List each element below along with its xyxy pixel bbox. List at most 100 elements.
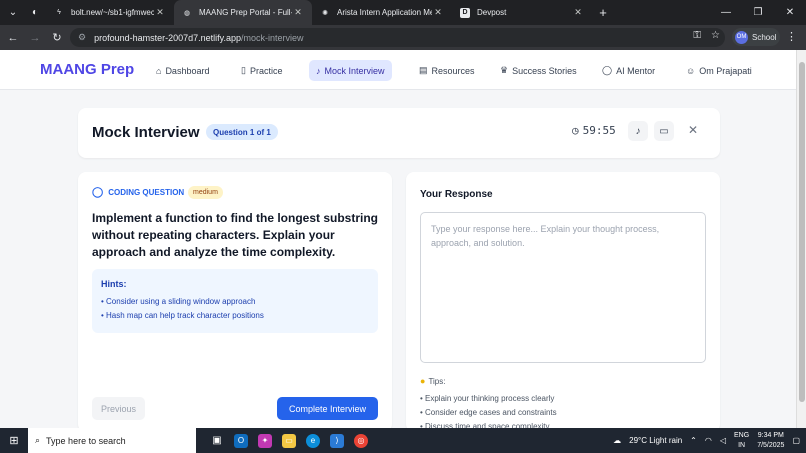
nav-label: Success Stories bbox=[512, 65, 577, 76]
app-navbar: MAANG Prep ⌂ Dashboard ▯ Practice ♪ Mock… bbox=[0, 50, 796, 90]
weather-icon[interactable]: ☁ bbox=[613, 436, 621, 445]
devpost-icon: D bbox=[460, 7, 470, 18]
lightbulb-icon: ● bbox=[420, 376, 426, 386]
taskbar-apps: ▣ O ✦ ▭ e ⟩ ◎ bbox=[210, 433, 368, 448]
close-window-icon[interactable]: ✕ bbox=[774, 0, 806, 25]
browser-tab[interactable]: D Devpost ✕ bbox=[452, 0, 592, 25]
close-icon[interactable]: ✕ bbox=[572, 7, 584, 18]
taskbar-search[interactable]: ⌕ Type here to search bbox=[28, 428, 196, 453]
complete-interview-button[interactable]: Complete Interview bbox=[277, 397, 378, 420]
back-button[interactable]: ← bbox=[2, 32, 24, 44]
url-host: profound-hamster-2007d7.netlify.app bbox=[94, 32, 242, 43]
close-icon[interactable]: ✕ bbox=[432, 7, 444, 18]
nav-dashboard[interactable]: ⌂ Dashboard bbox=[149, 60, 216, 81]
start-button[interactable]: ⊞ bbox=[0, 434, 28, 447]
browser-tab[interactable]: ϟ bolt.new/~/sb1-igfmwecq ✕ bbox=[46, 0, 174, 25]
tab-title: Arista Intern Application Messa bbox=[337, 8, 432, 17]
nav-mock-interview[interactable]: ♪ Mock Interview bbox=[309, 60, 392, 81]
minimize-icon[interactable]: — bbox=[710, 0, 742, 25]
timer: ◷ 59:55 bbox=[572, 124, 616, 137]
nav-ai-mentor[interactable]: ◯ AI Mentor bbox=[595, 60, 662, 81]
page-scrollbar[interactable] bbox=[796, 50, 806, 428]
scrollbar-thumb[interactable] bbox=[799, 62, 805, 402]
close-icon: ✕ bbox=[688, 123, 699, 137]
nav-user-profile[interactable]: ☺ Om Prajapati bbox=[679, 60, 759, 81]
profile-button[interactable]: OM School bbox=[732, 28, 780, 46]
browser-tab[interactable]: ✺ Arista Intern Application Messa ✕ bbox=[312, 0, 452, 25]
reload-button[interactable]: ↻ bbox=[46, 31, 68, 44]
response-textarea[interactable]: Type your response here... Explain your … bbox=[420, 212, 706, 363]
response-card: Your Response Type your response here...… bbox=[406, 172, 720, 428]
address-bar[interactable]: ⚙ profound-hamster-2007d7.netlify.app/mo… bbox=[70, 28, 725, 47]
question-text: Implement a function to find the longest… bbox=[92, 211, 378, 259]
chevron-up-icon[interactable]: ⌃ bbox=[690, 436, 697, 445]
home-icon: ⌂ bbox=[156, 65, 162, 76]
document-icon: ▤ bbox=[419, 65, 428, 75]
password-key-icon[interactable]: ⚿ bbox=[693, 30, 701, 41]
edge-icon[interactable]: e bbox=[306, 433, 320, 448]
mic-icon: ♪ bbox=[316, 65, 321, 76]
outlook-icon[interactable]: O bbox=[234, 433, 248, 448]
chevron-down-icon: ⌄ bbox=[8, 7, 18, 18]
nav-practice[interactable]: ▯ Practice bbox=[234, 60, 289, 81]
site-info-icon[interactable]: ⚙ bbox=[78, 32, 86, 43]
search-icon: ⌕ bbox=[35, 435, 41, 445]
tip-item: • Discuss time and space complexity bbox=[420, 422, 550, 428]
system-tray: ☁ 29°C Light rain ⌃ ◠ ◁ ENG IN 9:34 PM 7/5… bbox=[613, 428, 806, 453]
video-button[interactable]: ▭ bbox=[654, 121, 674, 141]
restore-icon[interactable]: ❐ bbox=[742, 0, 774, 25]
tab-title: MAANG Prep Portal - Full-Featu bbox=[199, 8, 292, 17]
region-text: IN bbox=[738, 441, 746, 449]
chat-icon: ◯ bbox=[602, 65, 613, 75]
vscode-icon[interactable]: ⟩ bbox=[330, 433, 344, 448]
tips-title-text: Tips: bbox=[428, 376, 446, 386]
file-explorer-icon[interactable]: ▭ bbox=[282, 433, 296, 448]
nav-success-stories[interactable]: ♛ Success Stories bbox=[493, 60, 584, 81]
nav-label: AI Mentor bbox=[616, 65, 656, 76]
tab-title: Devpost bbox=[477, 8, 507, 17]
microphone-button[interactable]: ♪ bbox=[628, 121, 648, 141]
globe-icon: ◐ bbox=[31, 7, 39, 18]
browser-menu-icon[interactable]: ⋮ bbox=[786, 30, 797, 43]
nav-label: Practice bbox=[249, 65, 283, 76]
browser-tab-strip: ⌄ ◐ ϟ bolt.new/~/sb1-igfmwecq ✕ ◍ MAANG … bbox=[0, 0, 806, 25]
arrow-right-icon: → bbox=[29, 31, 41, 44]
close-icon[interactable]: ✕ bbox=[292, 7, 304, 18]
task-view-icon[interactable]: ▣ bbox=[210, 434, 224, 448]
tips-title: ● Tips: bbox=[420, 376, 557, 386]
nav-resources[interactable]: ▤ Resources bbox=[412, 60, 482, 81]
question-type-label: ◯ CODING QUESTION bbox=[92, 187, 184, 198]
interview-header-card: Mock Interview Question 1 of 1 ◷ 59:55 ♪… bbox=[78, 108, 720, 158]
hints-title: Hints: bbox=[101, 279, 127, 289]
brand-logo[interactable]: MAANG Prep bbox=[40, 61, 134, 78]
network-icon[interactable]: ◠ bbox=[705, 436, 712, 445]
notification-icon[interactable]: ▢ bbox=[792, 436, 800, 445]
close-icon[interactable]: ✕ bbox=[154, 7, 166, 18]
chrome-icon[interactable]: ◎ bbox=[354, 433, 368, 448]
new-tab-button[interactable]: + bbox=[592, 5, 614, 20]
speaker-icon[interactable]: ◁ bbox=[720, 436, 726, 445]
previous-button[interactable]: Previous bbox=[92, 397, 145, 420]
window-controls: — ❐ ✕ bbox=[710, 0, 806, 25]
profile-label: School bbox=[752, 32, 777, 42]
clock-icon: ◷ bbox=[572, 124, 579, 137]
copilot-icon[interactable]: ✦ bbox=[258, 433, 272, 448]
language-indicator[interactable]: ENG IN bbox=[734, 431, 749, 451]
date-text: 7/5/2025 bbox=[757, 441, 785, 449]
address-bar-actions: ⚿ ☆ bbox=[693, 30, 720, 41]
browser-tab-active[interactable]: ◍ MAANG Prep Portal - Full-Featu ✕ bbox=[174, 0, 312, 25]
arrow-left-icon: ← bbox=[7, 31, 19, 44]
hint-item: • Hash map can help track character posi… bbox=[101, 311, 264, 320]
tab-favicon-sb[interactable]: ◐ bbox=[24, 4, 46, 22]
weather-text[interactable]: 29°C Light rain bbox=[629, 436, 682, 445]
forward-button[interactable]: → bbox=[24, 32, 46, 44]
timer-value: 59:55 bbox=[582, 124, 616, 137]
close-interview-button[interactable]: ✕ bbox=[688, 123, 698, 137]
bookmark-star-icon[interactable]: ☆ bbox=[711, 30, 720, 41]
clock[interactable]: 9:34 PM 7/5/2025 bbox=[757, 431, 784, 451]
tip-item: • Consider edge cases and constraints bbox=[420, 408, 557, 417]
response-title: Your Response bbox=[420, 189, 493, 200]
tab-search-button[interactable]: ⌄ bbox=[2, 4, 24, 22]
lang-text: ENG bbox=[734, 431, 750, 439]
time-text: 9:34 PM bbox=[757, 431, 784, 439]
